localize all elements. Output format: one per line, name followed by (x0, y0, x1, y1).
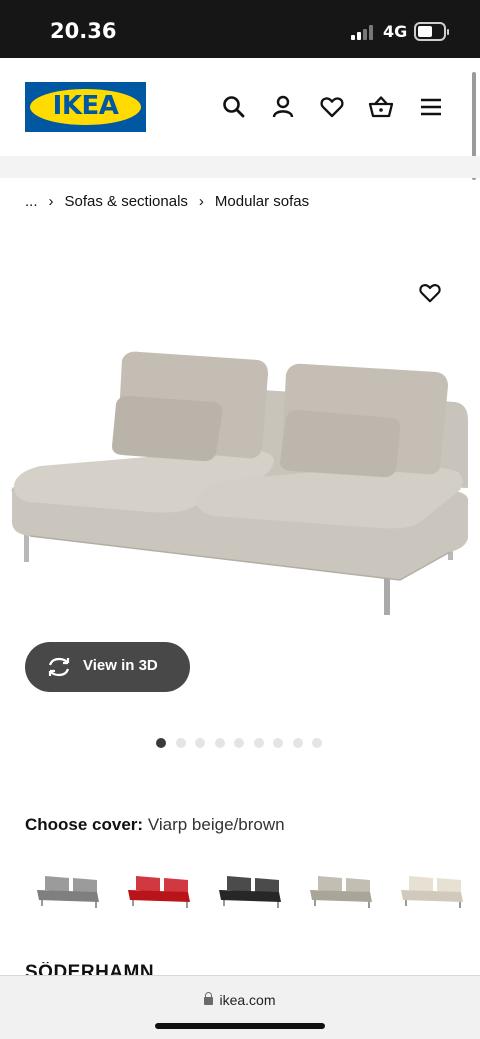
cover-swatch[interactable] (308, 862, 386, 922)
url-text: ikea.com (219, 992, 276, 1008)
cover-swatch[interactable] (126, 862, 204, 922)
chevron-right-icon: › (198, 193, 204, 210)
menu-icon[interactable] (418, 94, 444, 120)
heart-icon[interactable] (319, 94, 345, 120)
ikea-logo[interactable]: IKEA (25, 82, 146, 132)
choose-cover: Choose cover: Viarp beige/brown (25, 815, 285, 835)
carousel-dot[interactable] (175, 738, 186, 748)
basket-icon[interactable] (368, 94, 394, 120)
image-carousel-dots (156, 738, 332, 748)
cover-swatch[interactable] (217, 862, 295, 922)
signal-icon (351, 24, 375, 40)
browser-address-bar[interactable]: ikea.com (0, 975, 480, 1039)
url-display[interactable]: ikea.com (0, 992, 480, 1008)
carousel-dot[interactable] (214, 738, 225, 748)
status-time: 20.36 (50, 19, 117, 43)
account-icon[interactable] (270, 94, 296, 120)
network-type: 4G (383, 22, 408, 41)
choose-cover-value: Viarp beige/brown (147, 815, 285, 834)
cover-swatches (25, 862, 480, 922)
battery-icon (414, 22, 449, 41)
breadcrumb-modular-sofas[interactable]: Modular sofas (215, 193, 309, 210)
breadcrumb-ellipsis[interactable]: ... (25, 193, 38, 210)
carousel-dot[interactable] (273, 738, 283, 748)
promo-banner (0, 156, 480, 178)
product-image[interactable] (0, 330, 480, 660)
search-icon[interactable] (221, 94, 247, 120)
cover-swatch[interactable] (399, 862, 477, 922)
status-bar: 20.36 4G (0, 0, 480, 58)
choose-cover-label: Choose cover: (25, 815, 144, 834)
home-indicator[interactable] (155, 1023, 325, 1029)
carousel-dot[interactable] (195, 738, 205, 748)
logo-text: IKEA (52, 91, 119, 121)
lock-icon (204, 992, 214, 1005)
site-header: IKEA (0, 58, 480, 156)
breadcrumb-sofas-sectionals[interactable]: Sofas & sectionals (65, 193, 188, 210)
rotate-3d-icon (48, 657, 70, 677)
add-to-wishlist-icon[interactable] (418, 281, 442, 305)
carousel-dot[interactable] (312, 738, 322, 748)
carousel-dot[interactable] (234, 738, 244, 748)
breadcrumb: ... › Sofas & sectionals › Modular sofas (25, 193, 309, 210)
cover-swatch[interactable] (35, 862, 113, 922)
carousel-dot[interactable] (156, 738, 166, 748)
view-in-3d-label: View in 3D (83, 657, 158, 674)
view-in-3d-button[interactable]: View in 3D (25, 642, 190, 692)
chevron-right-icon: › (48, 193, 54, 210)
carousel-dot[interactable] (292, 738, 303, 748)
carousel-dot[interactable] (253, 738, 264, 748)
